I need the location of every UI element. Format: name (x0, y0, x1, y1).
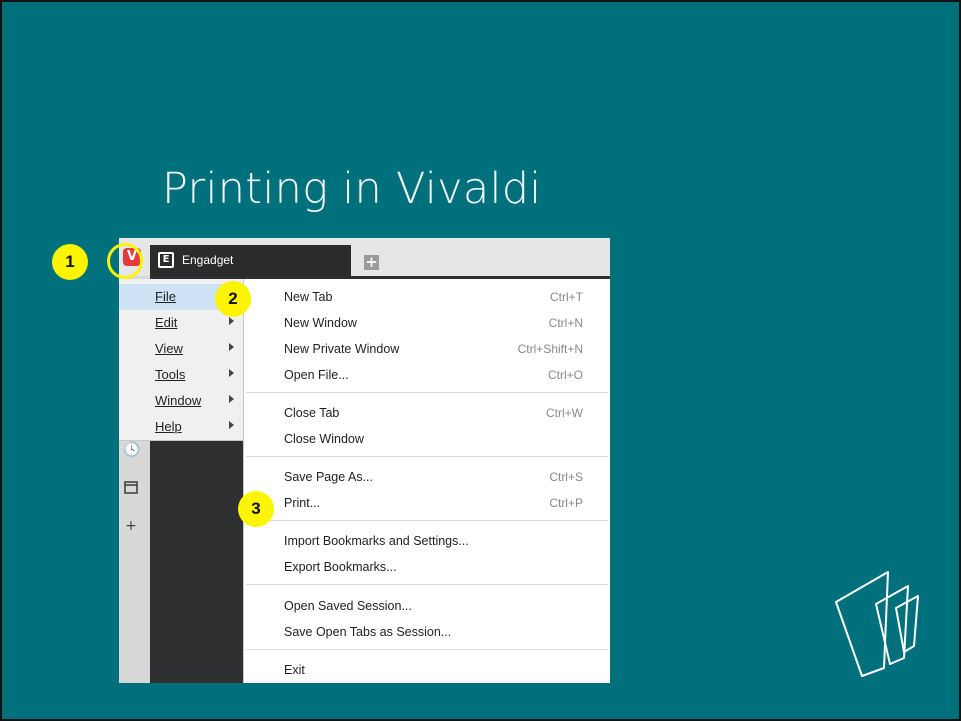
menu-item-new-tab[interactable]: New Tab Ctrl+T (244, 284, 610, 310)
menu-item-label: Open Saved Session... (284, 599, 412, 613)
shortcut-label: Ctrl+P (549, 496, 583, 510)
submenu-arrow-icon (229, 317, 234, 325)
menu-item-label: Open File... (284, 368, 349, 382)
library-logo-icon (835, 571, 919, 677)
menu-item-label: Export Bookmarks... (284, 560, 397, 574)
file-submenu: New Tab Ctrl+T New Window Ctrl+N New Pri… (243, 279, 610, 683)
shortcut-label: Ctrl+T (550, 290, 583, 304)
shortcut-label: Ctrl+O (547, 368, 583, 382)
shortcut-label: Ctrl+W (546, 406, 583, 420)
tab-bar: V E Engadget + (119, 238, 610, 276)
menu-item-open-file[interactable]: Open File... Ctrl+O (244, 362, 610, 388)
callout-badge-3: 3 (238, 491, 274, 527)
callout-badge-1: 1 (52, 244, 88, 280)
vivaldi-screenshot: V E Engadget + 🕓 + File Edit View Tools … (119, 238, 610, 683)
menu-item-label: Edit (155, 315, 178, 330)
menu-item-exit[interactable]: Exit (244, 657, 610, 683)
new-tab-button[interactable]: + (364, 255, 379, 270)
menu-item-window[interactable]: Window (119, 388, 243, 414)
plus-icon[interactable]: + (123, 518, 139, 534)
menu-item-new-private-window[interactable]: New Private Window Ctrl+Shift+N (244, 336, 610, 362)
tab-label: Engadget (182, 253, 234, 267)
submenu-arrow-icon (229, 421, 234, 429)
menu-item-export-bookmarks[interactable]: Export Bookmarks... (244, 554, 610, 580)
menu-separator (246, 584, 608, 585)
menu-item-label: Close Window (284, 432, 364, 446)
menu-item-label: Import Bookmarks and Settings... (284, 534, 469, 548)
menu-item-new-window[interactable]: New Window Ctrl+N (244, 310, 610, 336)
menu-item-label: Help (155, 419, 182, 434)
menu-item-save-open-tabs-as-session[interactable]: Save Open Tabs as Session... (244, 619, 610, 645)
tab-engadget[interactable]: E Engadget (150, 245, 351, 276)
slide-title: Printing in Vivaldi (162, 164, 542, 214)
menu-item-label: New Private Window (284, 342, 400, 356)
menu-item-view[interactable]: View (119, 336, 243, 362)
menu-separator (246, 649, 608, 650)
submenu-arrow-icon (229, 343, 234, 351)
shortcut-label: Ctrl+N (548, 316, 583, 330)
shortcut-label: Ctrl+Shift+N (517, 342, 583, 356)
menu-item-label: New Window (284, 316, 357, 330)
submenu-arrow-icon (229, 395, 234, 403)
highlight-ring (107, 243, 143, 279)
menu-item-print[interactable]: Print... Ctrl+P (244, 490, 610, 516)
menu-item-label: Tools (155, 367, 186, 382)
menu-item-close-tab[interactable]: Close Tab Ctrl+W (244, 400, 610, 426)
menu-item-open-saved-session[interactable]: Open Saved Session... (244, 593, 610, 619)
menu-separator (246, 456, 608, 457)
submenu-arrow-icon (229, 369, 234, 377)
menu-item-label: File (155, 289, 176, 304)
menu-item-save-page-as[interactable]: Save Page As... Ctrl+S (244, 464, 610, 490)
window-icon[interactable] (123, 481, 139, 497)
menu-separator (246, 520, 608, 521)
menu-item-label: Print... (284, 496, 321, 510)
engadget-favicon-icon: E (158, 252, 174, 268)
callout-badge-2: 2 (215, 281, 251, 317)
menu-separator (246, 392, 608, 393)
clock-icon[interactable]: 🕓 (123, 442, 140, 458)
menu-item-label: Window (155, 393, 202, 408)
menu-item-label: Save Open Tabs as Session... (284, 625, 452, 639)
menu-item-help[interactable]: Help (119, 414, 243, 440)
menu-item-label: New Tab (284, 290, 333, 304)
shortcut-label: Ctrl+S (549, 470, 583, 484)
menu-item-close-window[interactable]: Close Window (244, 426, 610, 452)
slide: Printing in Vivaldi V E Engadget + 🕓 + F… (0, 0, 961, 721)
menu-item-label: View (155, 341, 183, 356)
menu-item-label: Exit (284, 663, 305, 677)
menu-item-import-bookmarks[interactable]: Import Bookmarks and Settings... (244, 528, 610, 554)
menu-item-label: Close Tab (284, 406, 340, 420)
menu-item-tools[interactable]: Tools (119, 362, 243, 388)
menu-item-label: Save Page As... (284, 470, 373, 484)
